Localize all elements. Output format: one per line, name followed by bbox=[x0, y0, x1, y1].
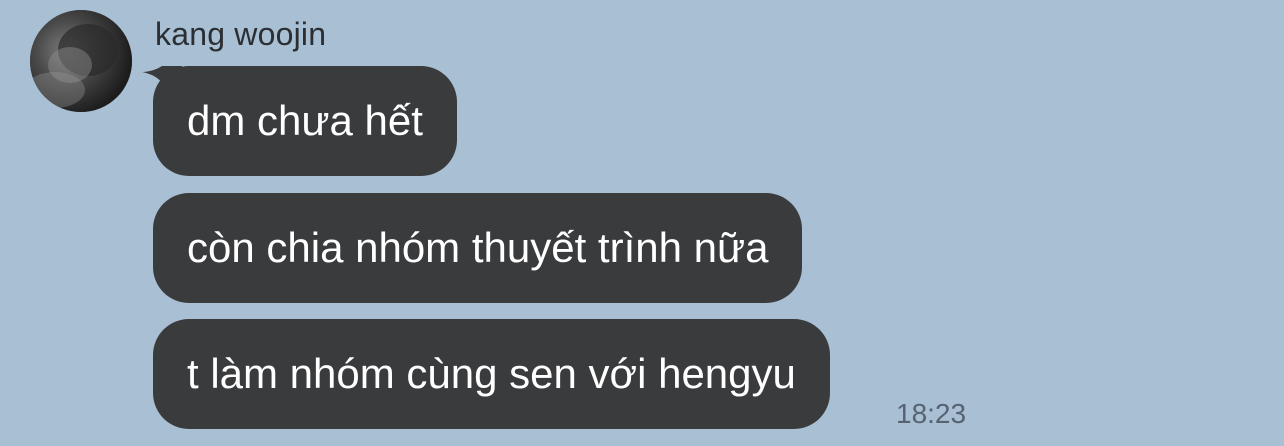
message-bubble[interactable]: dm chưa hết bbox=[153, 66, 457, 176]
message-bubble[interactable]: t làm nhóm cùng sen với hengyu bbox=[153, 319, 830, 429]
message-bubble[interactable]: còn chia nhóm thuyết trình nữa bbox=[153, 193, 803, 303]
message-text: t làm nhóm cùng sen với hengyu bbox=[187, 350, 796, 397]
sender-avatar[interactable] bbox=[30, 10, 132, 112]
avatar-photo-icon bbox=[30, 10, 132, 112]
sender-name: kang woojin bbox=[155, 16, 327, 52]
message-text: còn chia nhóm thuyết trình nữa bbox=[187, 224, 769, 271]
message-timestamp: 18:23 bbox=[896, 398, 967, 429]
message-text: dm chưa hết bbox=[187, 97, 423, 144]
